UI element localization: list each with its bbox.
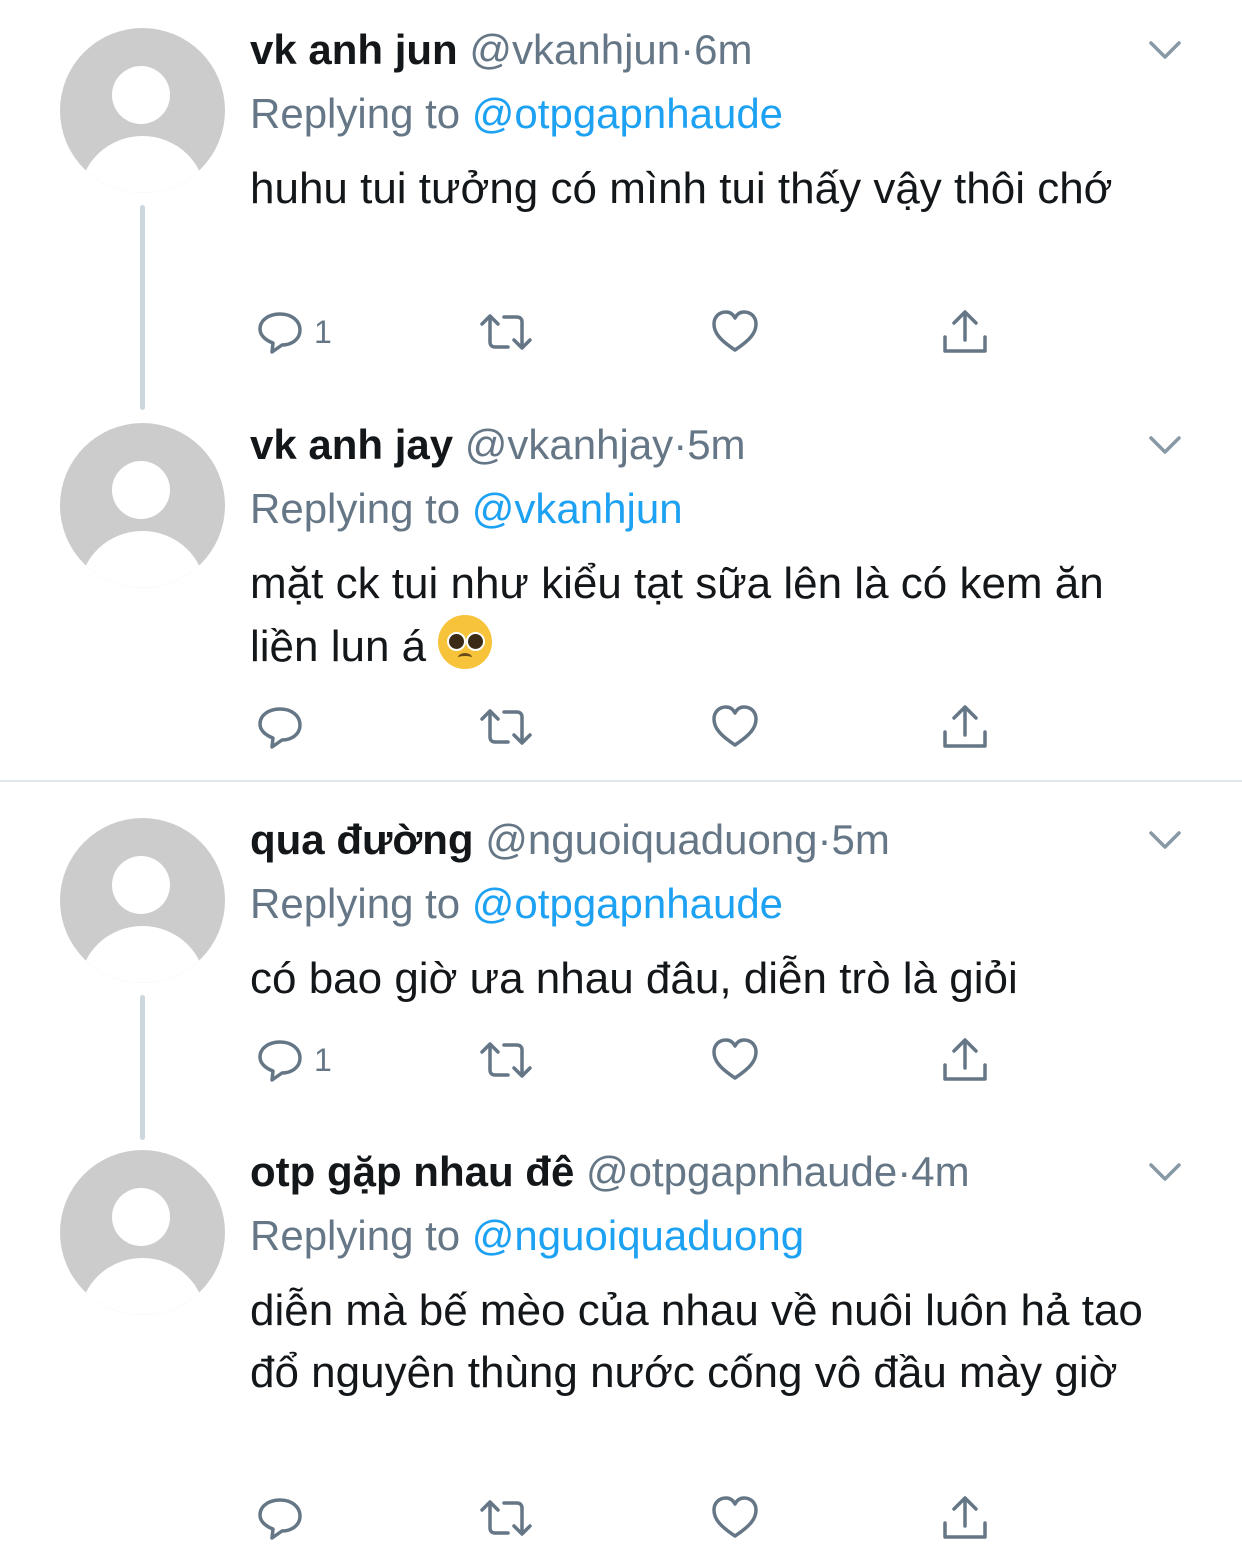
avatar[interactable] xyxy=(60,423,225,588)
heart-icon xyxy=(712,310,758,352)
tweet-text: mặt ck tui như kiểu tạt sữa lên là có ke… xyxy=(250,553,1180,678)
tweet-text: huhu tui tưởng có mình tui thấy vậy thôi… xyxy=(250,164,1113,213)
reply-button[interactable]: 1 xyxy=(256,302,332,362)
tweet-actions xyxy=(250,697,1010,757)
reply-icon xyxy=(258,312,302,354)
username[interactable]: @otpgapnhaude xyxy=(586,1148,897,1195)
avatar[interactable] xyxy=(60,1150,225,1315)
separator-dot: · xyxy=(817,816,832,863)
display-name[interactable]: vk anh jay xyxy=(250,421,453,468)
username[interactable]: @vkanhjay xyxy=(465,421,673,468)
heart-icon xyxy=(712,705,758,747)
username[interactable]: @vkanhjun xyxy=(469,26,680,73)
mention-link[interactable]: @vkanhjun xyxy=(472,485,683,532)
replying-label: Replying to xyxy=(250,880,461,927)
tweet-actions: 1 xyxy=(250,302,1010,362)
thread-line xyxy=(140,995,145,1140)
reply-button[interactable]: 1 xyxy=(256,1030,332,1090)
tweet-header: vk anh jun @vkanhjun·6m xyxy=(250,24,753,76)
tweet-header: otp gặp nhau đê @otpgapnhaude·4m xyxy=(250,1146,970,1198)
mention-link[interactable]: @nguoiquaduong xyxy=(472,1212,804,1259)
share-icon xyxy=(943,1038,987,1081)
retweet-button[interactable] xyxy=(478,1030,534,1090)
retweet-button[interactable] xyxy=(478,1488,534,1548)
separator-dot: · xyxy=(673,421,688,468)
like-button[interactable] xyxy=(710,1488,760,1548)
display-name[interactable]: vk anh jun xyxy=(250,26,458,73)
like-button[interactable] xyxy=(710,1030,760,1090)
like-button[interactable] xyxy=(710,302,760,362)
thread-line xyxy=(140,205,145,410)
tweet-text: diễn mà bế mèo của nhau về nuôi luôn hả … xyxy=(250,1286,1143,1397)
share-button[interactable] xyxy=(940,1488,990,1548)
like-button[interactable] xyxy=(710,697,760,757)
replying-to: Replying to @otpgapnhaude xyxy=(250,878,783,930)
tweet-header: vk anh jay @vkanhjay·5m xyxy=(250,419,746,471)
timestamp[interactable]: 4m xyxy=(911,1148,969,1195)
timestamp[interactable]: 5m xyxy=(687,421,745,468)
share-button[interactable] xyxy=(940,1030,990,1090)
replying-to: Replying to @nguoiquaduong xyxy=(250,1210,804,1262)
reply-button[interactable] xyxy=(256,697,314,757)
pleading-face-emoji xyxy=(438,615,493,669)
separator-dot: · xyxy=(897,1148,912,1195)
tweet-text-body: mặt ck tui như kiểu tạt sữa lên là có ke… xyxy=(250,559,1104,671)
replying-label: Replying to xyxy=(250,90,461,137)
chevron-down-icon[interactable] xyxy=(1145,30,1185,70)
reply-icon xyxy=(258,1040,302,1082)
separator-dot: · xyxy=(680,26,695,73)
display-name[interactable]: otp gặp nhau đê xyxy=(250,1148,574,1195)
retweet-icon xyxy=(480,1500,532,1536)
reply-count: 1 xyxy=(314,313,332,350)
mention-link[interactable]: @otpgapnhaude xyxy=(472,90,783,137)
display-name[interactable]: qua đường xyxy=(250,816,474,863)
username[interactable]: @nguoiquaduong xyxy=(485,816,817,863)
timestamp[interactable]: 5m xyxy=(832,816,890,863)
share-button[interactable] xyxy=(940,697,990,757)
replying-label: Replying to xyxy=(250,485,461,532)
share-icon xyxy=(943,310,987,353)
replying-to: Replying to @otpgapnhaude xyxy=(250,88,783,140)
reply-icon xyxy=(258,707,302,749)
reply-icon xyxy=(258,1498,302,1540)
retweet-button[interactable] xyxy=(478,302,534,362)
tweet-text: có bao giờ ưa nhau đâu, diễn trò là giỏi xyxy=(250,954,1018,1003)
tweet-header: qua đường @nguoiquaduong·5m xyxy=(250,814,890,866)
divider xyxy=(0,780,1242,782)
avatar[interactable] xyxy=(60,818,225,983)
tweet-actions: 1 xyxy=(250,1030,1010,1090)
heart-icon xyxy=(712,1496,758,1538)
replying-label: Replying to xyxy=(250,1212,461,1259)
heart-icon xyxy=(712,1038,758,1080)
chevron-down-icon[interactable] xyxy=(1145,820,1185,860)
share-icon xyxy=(943,705,987,748)
mention-link[interactable]: @otpgapnhaude xyxy=(472,880,783,927)
retweet-button[interactable] xyxy=(478,697,534,757)
timestamp[interactable]: 6m xyxy=(694,26,752,73)
share-icon xyxy=(943,1496,987,1539)
reply-count: 1 xyxy=(314,1041,332,1078)
avatar[interactable] xyxy=(60,28,225,193)
chevron-down-icon[interactable] xyxy=(1145,1152,1185,1192)
share-button[interactable] xyxy=(940,302,990,362)
reply-button[interactable] xyxy=(256,1488,314,1548)
retweet-icon xyxy=(480,314,532,350)
tweet-actions xyxy=(250,1488,1010,1548)
replying-to: Replying to @vkanhjun xyxy=(250,483,683,535)
retweet-icon xyxy=(480,1042,532,1078)
retweet-icon xyxy=(480,709,532,745)
chevron-down-icon[interactable] xyxy=(1145,425,1185,465)
